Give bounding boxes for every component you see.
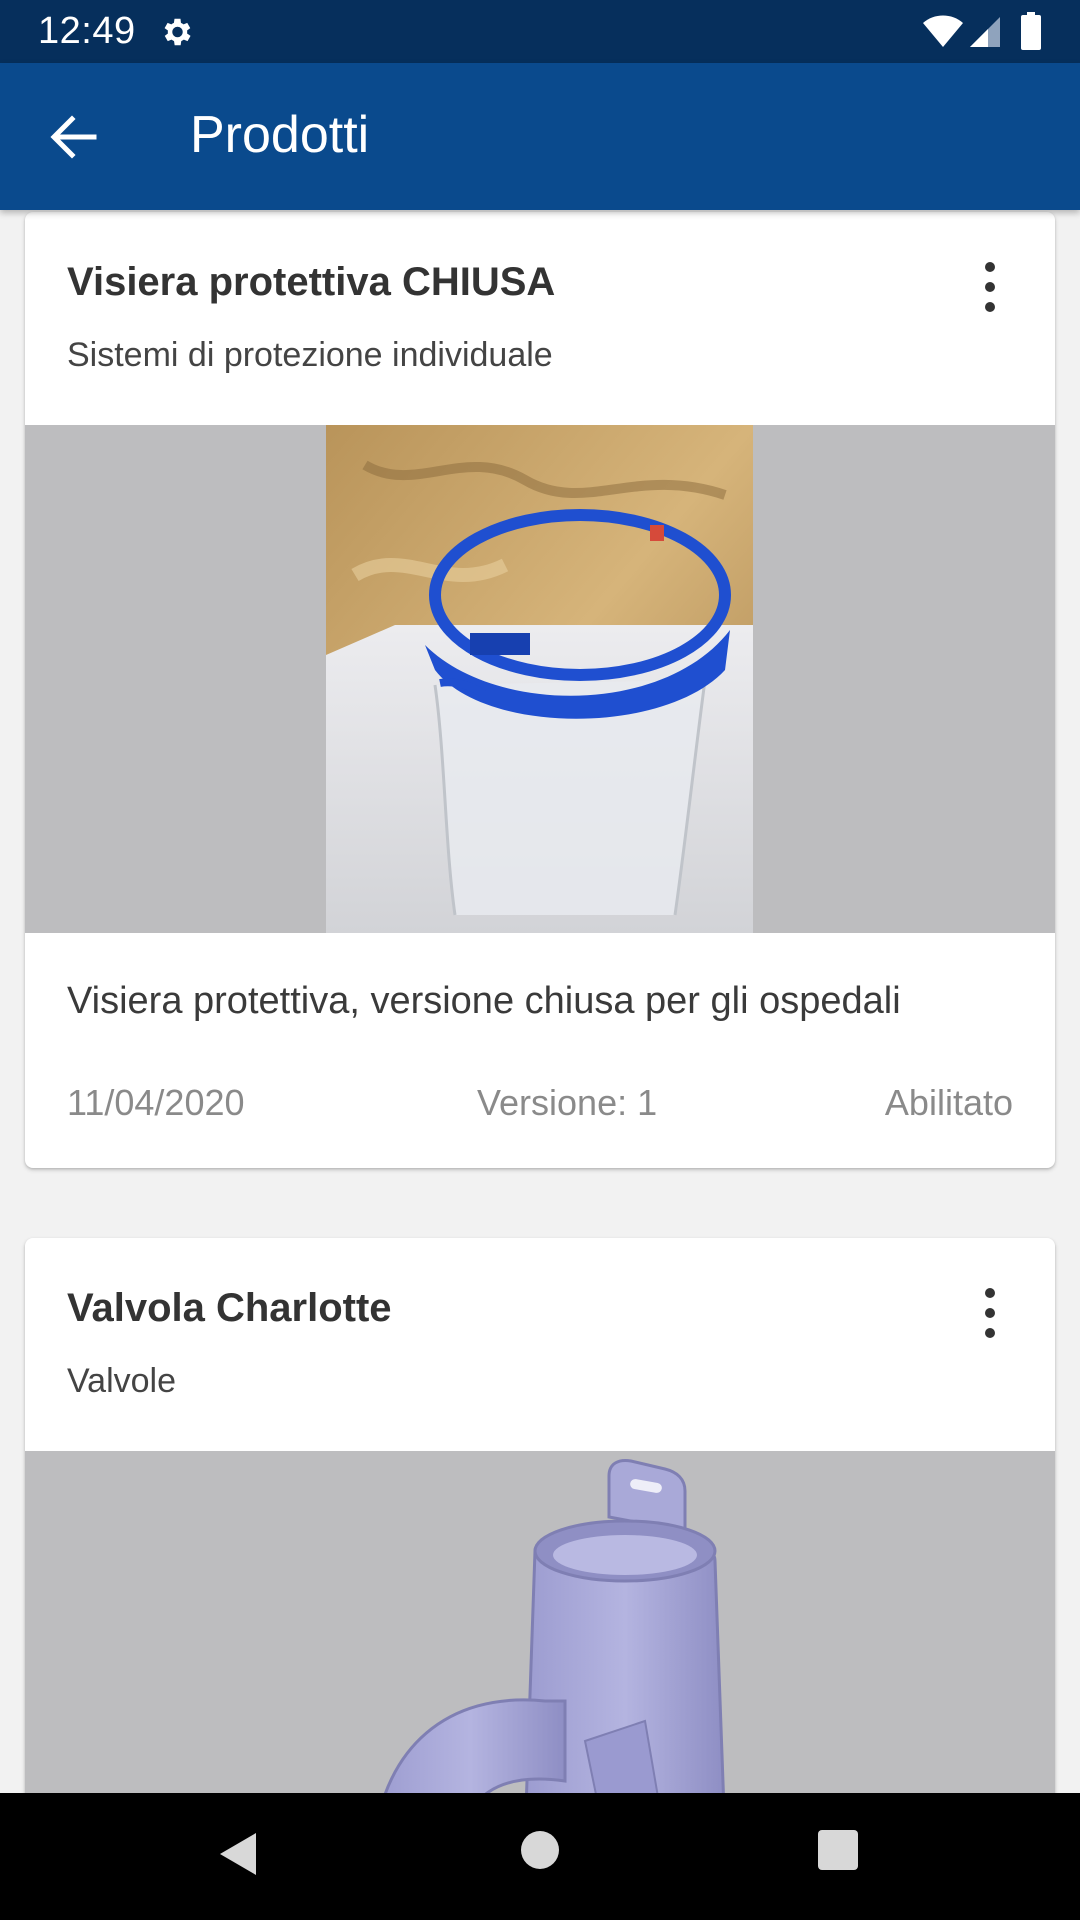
status-bar: 12:49 [0,0,1080,63]
overflow-menu-button[interactable] [975,1288,1005,1338]
product-date: 11/04/2020 [67,1082,245,1123]
back-button[interactable] [34,105,114,169]
back-triangle-icon[interactable] [218,1831,258,1877]
signal-icon [970,17,1000,47]
dot-icon [985,282,995,292]
product-category: Sistemi di protezione individuale [67,336,553,374]
recents-square-icon[interactable] [818,1830,858,1870]
valve-image [383,1459,725,1793]
face-shield-image [326,425,753,933]
product-image [25,1451,1055,1793]
product-version: Versione: 1 [477,1082,658,1123]
battery-icon [1021,12,1041,50]
dot-icon [985,302,995,312]
product-description: Visiera protettiva, versione chiusa per … [67,980,901,1022]
app-bar: Prodotti [0,63,1080,210]
product-image [25,425,1055,933]
arrow-left-icon [50,115,97,159]
page-title: Prodotti [190,106,370,164]
wifi-icon [923,15,963,47]
product-status: Abilitato [884,1082,1013,1123]
dot-icon [985,1328,995,1338]
product-list[interactable]: Visiera protettiva CHIUSA Sistemi di pro… [0,210,1080,1793]
home-circle-icon[interactable] [521,1831,559,1869]
system-nav-bar [0,1793,1080,1920]
product-title: Valvola Charlotte [67,1286,392,1330]
product-card[interactable]: Valvola Charlotte Valvole [25,1238,1055,1793]
dot-icon [985,1288,995,1298]
gear-icon [164,18,191,46]
status-time: 12:49 [38,10,136,52]
product-title: Visiera protettiva CHIUSA [67,260,556,304]
overflow-menu-button[interactable] [975,262,1005,312]
dot-icon [985,1308,995,1318]
product-category: Valvole [67,1362,176,1400]
dot-icon [985,262,995,272]
product-card[interactable]: Visiera protettiva CHIUSA Sistemi di pro… [25,212,1055,1168]
